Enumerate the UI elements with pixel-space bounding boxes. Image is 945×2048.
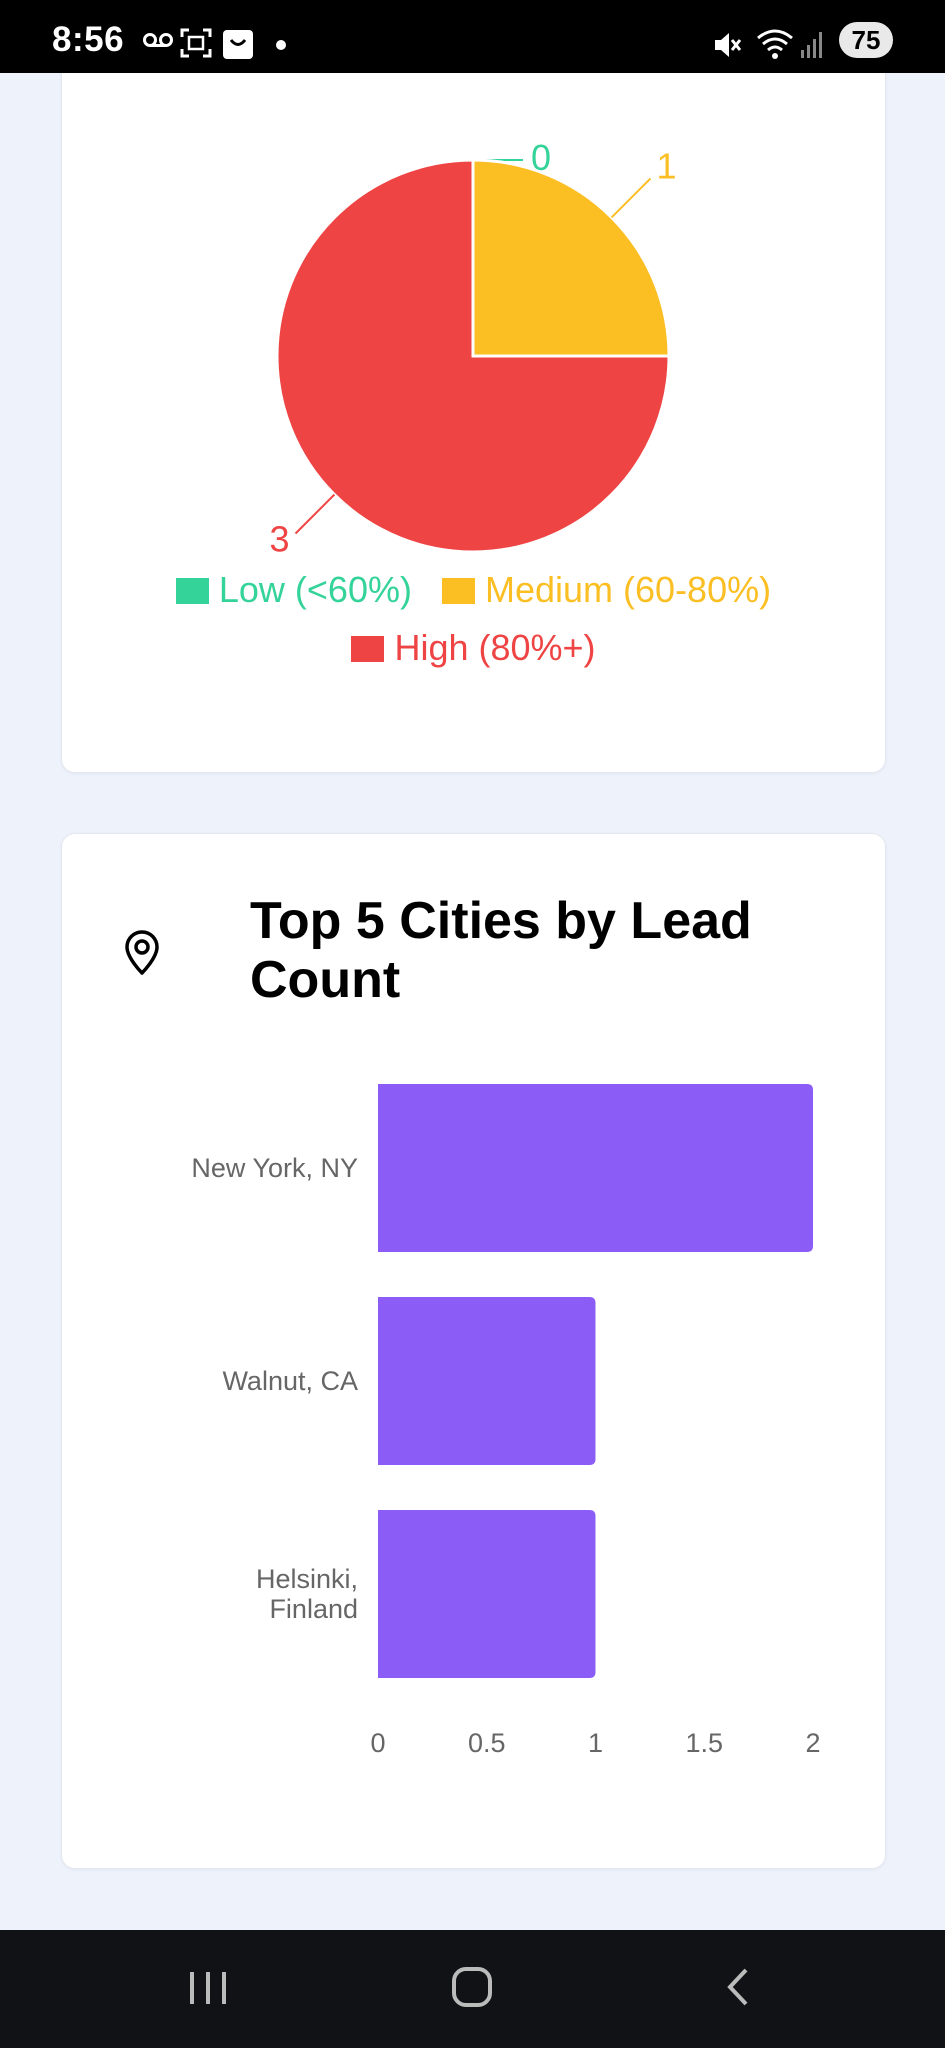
x-tick-label: 0	[370, 1728, 385, 1758]
lead-score-distribution-card: 013 Low (<60%) Medium (60-80%) High (80%…	[61, 73, 886, 773]
bar-new-york-ny[interactable]	[378, 1084, 813, 1252]
voicemail-icon	[143, 33, 173, 47]
pie-legend: Low (<60%) Medium (60-80%) High (80%+)	[62, 569, 885, 669]
battery-indicator: 75	[839, 22, 893, 58]
recents-button[interactable]	[188, 1960, 228, 2014]
mute-icon	[715, 33, 742, 57]
card-title: Top 5 Cities by Lead Count	[250, 892, 752, 1009]
legend-item-low[interactable]: Low (<60%)	[175, 569, 412, 611]
pie-leader-line-high-80	[294, 493, 336, 535]
pie-data-label-medium-60-80: 1	[656, 146, 676, 187]
navigation-bar	[0, 1930, 945, 2048]
pie-data-label-high-80: 3	[269, 518, 289, 559]
dot-icon	[276, 40, 286, 50]
bar-walnut-ca[interactable]	[378, 1297, 596, 1465]
clock: 8:56	[52, 20, 125, 59]
back-button[interactable]	[722, 1960, 754, 2014]
shopping-bag-icon	[223, 30, 253, 59]
category-label-walnut-ca: Walnut, CA	[222, 1366, 358, 1396]
x-tick-label: 1	[588, 1728, 603, 1758]
x-tick-label: 1.5	[685, 1728, 723, 1758]
map-pin-icon	[125, 930, 159, 975]
category-label-helsinki-finland: Helsinki, Finland	[256, 1564, 358, 1624]
legend-label-medium: Medium (60-80%)	[485, 569, 772, 610]
pie-leader-line-medium-60-80	[610, 177, 652, 219]
home-button[interactable]	[450, 1960, 494, 2014]
lead-score-pie-chart: 0 13	[269, 137, 676, 559]
legend-swatch-high	[351, 636, 385, 662]
legend-label-low: Low (<60%)	[218, 569, 412, 610]
legend-swatch-medium	[442, 578, 475, 604]
legend-swatch-low	[175, 578, 209, 604]
top-cities-bar-chart: New York, NY Walnut, CA Helsinki, Finland 0 0…	[191, 1084, 821, 1758]
x-tick-label: 2	[805, 1728, 820, 1758]
bar-helsinki-finland[interactable]	[378, 1510, 596, 1678]
dashboard-content[interactable]: 0 1 3 Low (<60%) Medium (60-80%) High (80%…	[0, 73, 945, 1930]
legend-label-high: High (80%+)	[394, 627, 596, 668]
legend-item-high[interactable]: High (80%+)	[351, 627, 596, 669]
category-label-new-york-ny: New York, NY	[191, 1153, 358, 1183]
top-cities-card: Top 5 Cities by Lead Count New York, NY W…	[61, 833, 886, 1869]
status-bar: 8:56 75	[0, 0, 945, 73]
legend-item-medium[interactable]: Medium (60-80%)	[442, 569, 771, 611]
screenshot-icon	[180, 28, 212, 58]
signal-icon	[801, 32, 822, 58]
x-tick-label: 0.5	[468, 1728, 506, 1758]
wifi-icon	[757, 29, 793, 59]
